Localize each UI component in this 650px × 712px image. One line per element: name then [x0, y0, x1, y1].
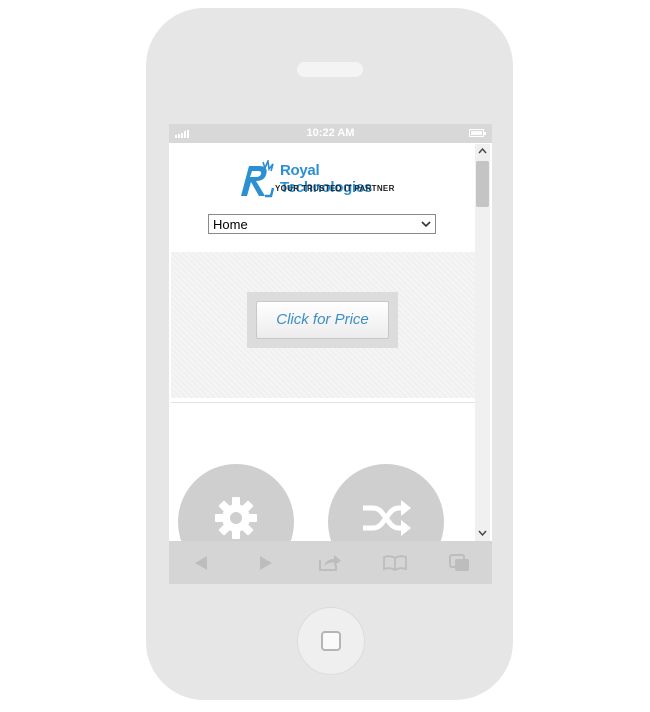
home-square-icon — [321, 631, 341, 651]
home-button[interactable] — [297, 607, 365, 675]
site-logo[interactable]: Royal Technologies YOUR TRUSTED IT PARTN… — [235, 160, 415, 200]
phone-screen: 10:22 AM Royal Technologies YOUR TRUSTED… — [169, 124, 492, 584]
bookmarks-icon[interactable] — [380, 551, 410, 575]
phone-speaker — [297, 62, 363, 77]
brand-tagline: YOUR TRUSTED IT PARTNER — [275, 184, 395, 193]
scrollbar-thumb[interactable] — [476, 161, 489, 207]
status-time: 10:22 AM — [306, 127, 355, 139]
back-icon[interactable] — [186, 551, 216, 575]
forward-icon[interactable] — [251, 551, 281, 575]
battery-icon — [469, 129, 486, 137]
shuffle-icon — [363, 500, 411, 536]
navigation-select[interactable]: Home — [208, 214, 436, 234]
tabs-icon[interactable] — [445, 551, 475, 575]
price-banner: Click for Price — [171, 252, 475, 398]
status-bar: 10:22 AM — [169, 124, 492, 143]
navigation-select-value: Home — [213, 217, 248, 232]
vertical-scrollbar[interactable] — [475, 144, 490, 541]
scroll-down-arrow-icon[interactable] — [475, 526, 490, 541]
share-icon[interactable] — [315, 551, 345, 575]
section-divider — [171, 402, 475, 403]
chevron-down-icon — [421, 216, 431, 235]
price-button-frame: Click for Price — [247, 292, 398, 348]
logo-mark-icon — [241, 160, 275, 198]
feature-circle-shuffle[interactable] — [328, 464, 444, 541]
click-for-price-button[interactable]: Click for Price — [256, 301, 389, 339]
scroll-up-arrow-icon[interactable] — [475, 144, 490, 159]
feature-circle-settings[interactable] — [178, 464, 294, 541]
web-viewport[interactable]: Royal Technologies YOUR TRUSTED IT PARTN… — [171, 144, 475, 541]
browser-toolbar — [169, 541, 492, 584]
gear-icon — [215, 497, 257, 539]
